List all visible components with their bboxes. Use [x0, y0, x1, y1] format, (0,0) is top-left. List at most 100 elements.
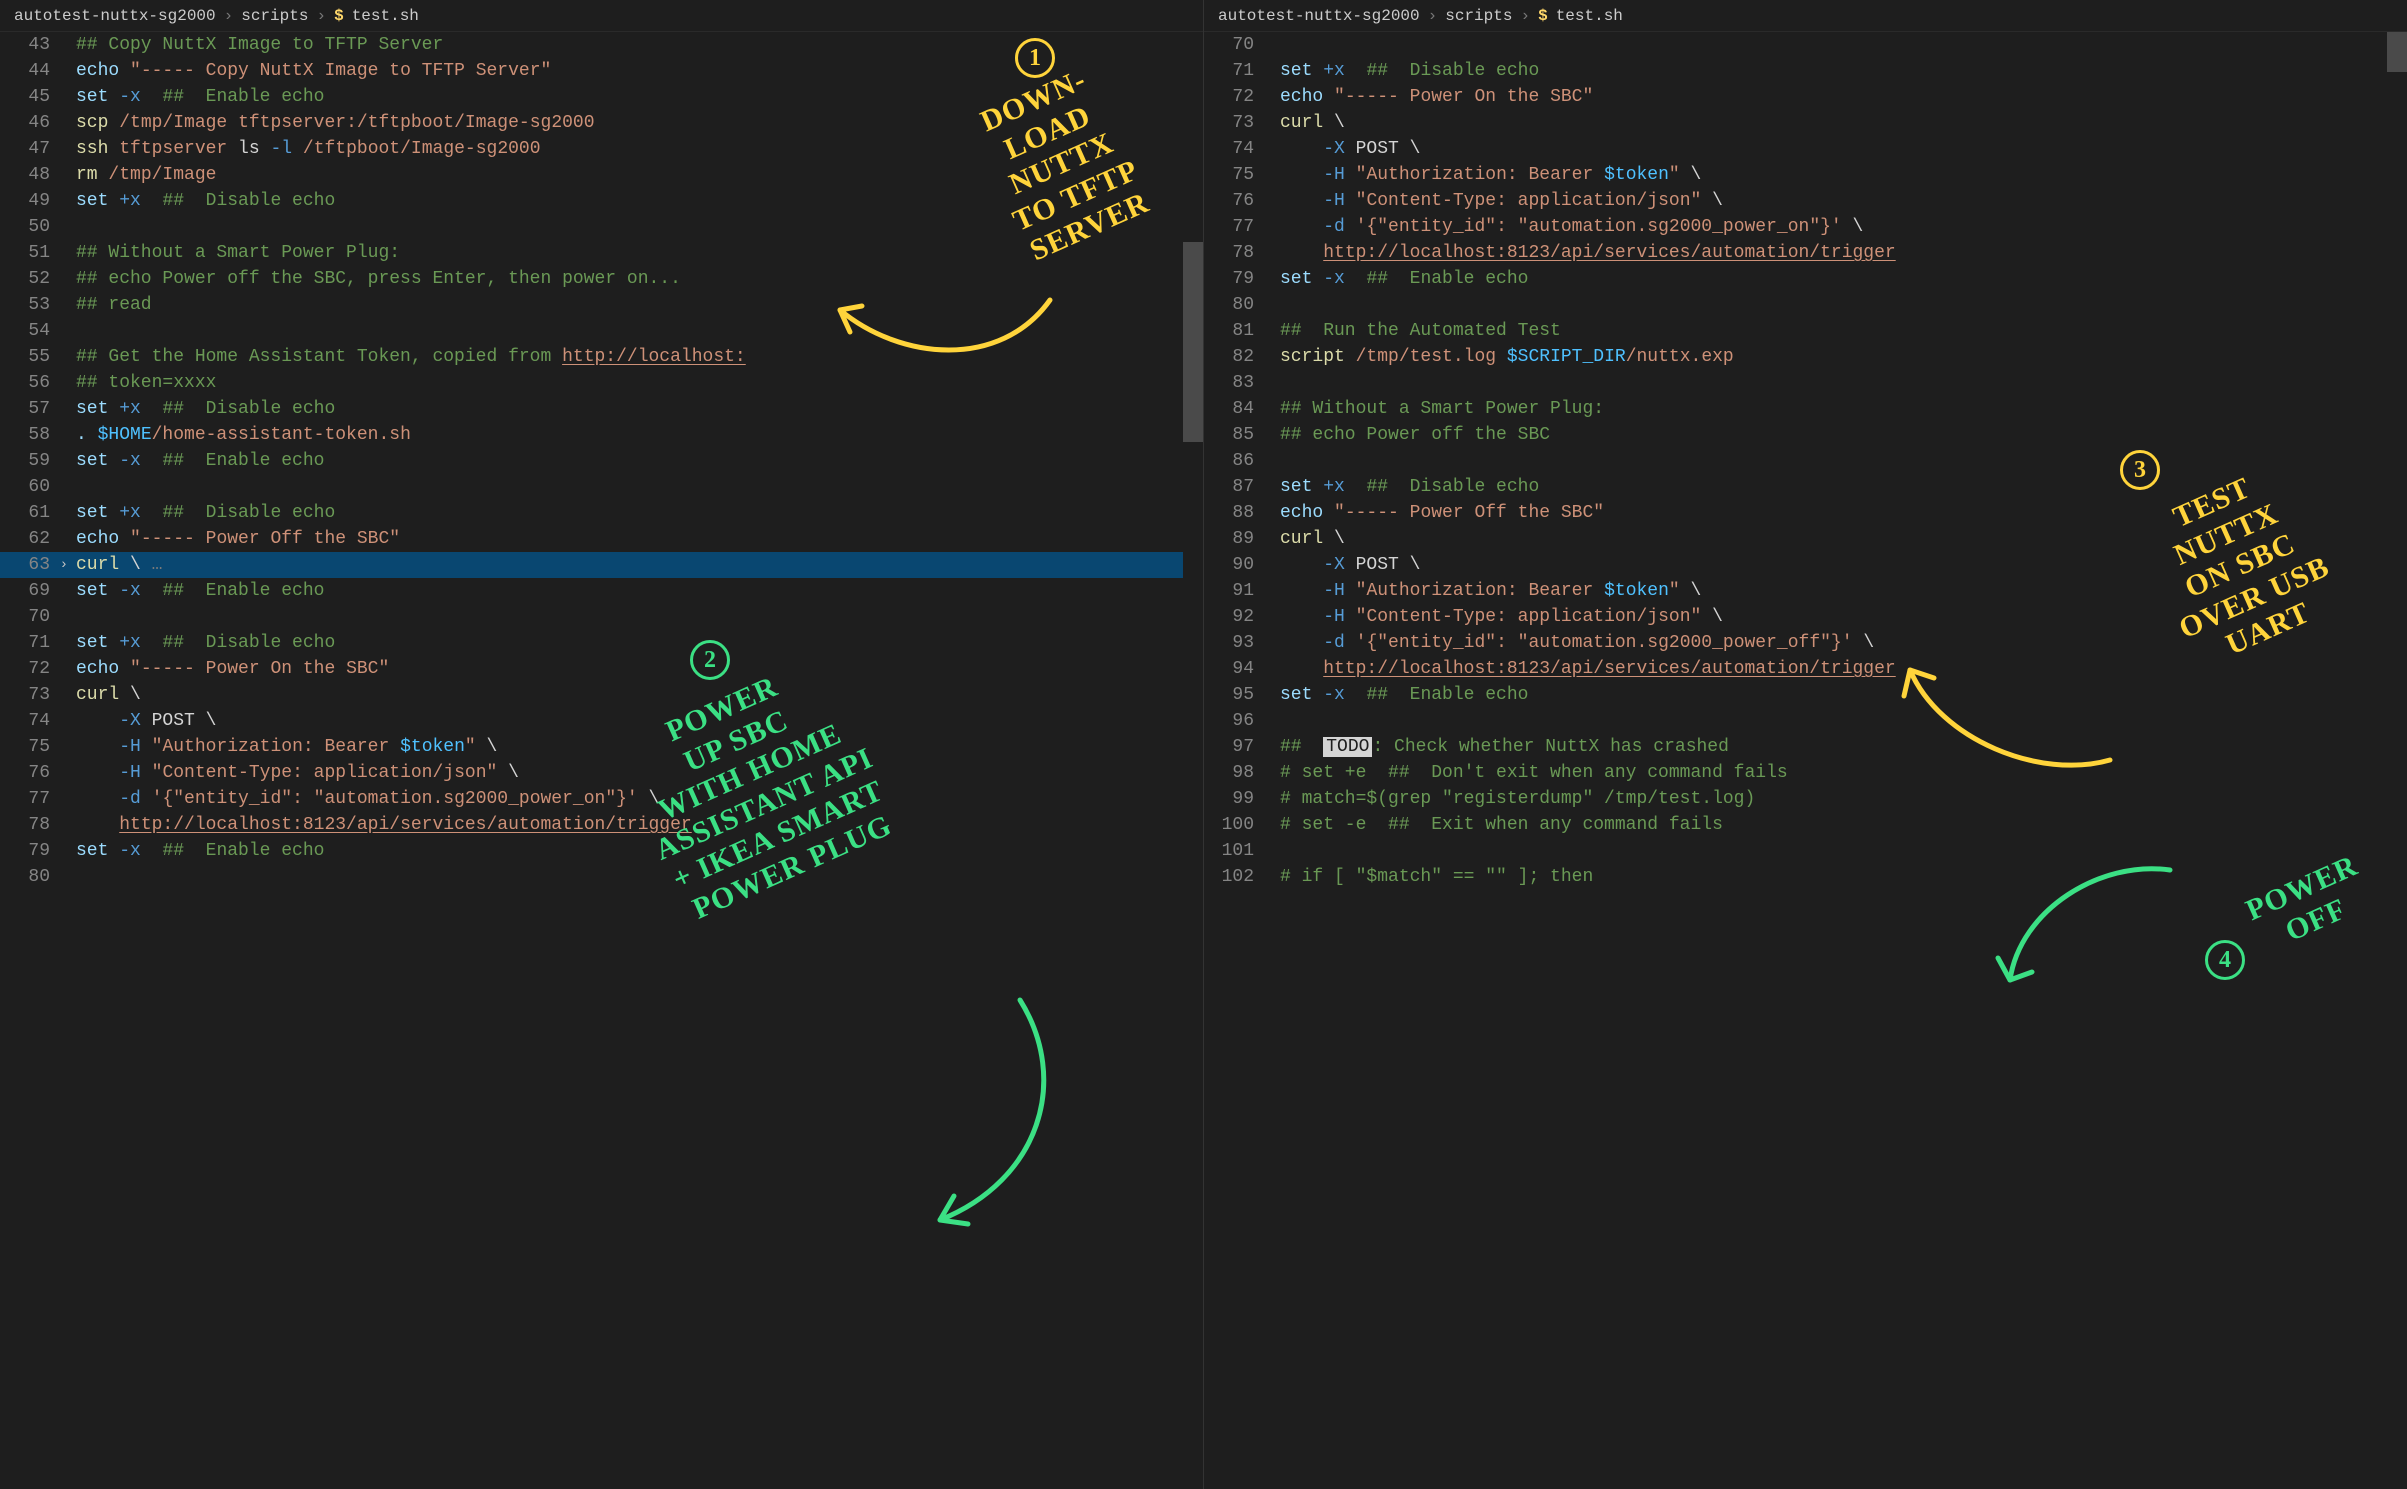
code-line[interactable]: 87set +x ## Disable echo	[1204, 474, 2407, 500]
crumb-file[interactable]: test.sh	[1556, 3, 1623, 29]
scrollbar[interactable]	[1183, 32, 1203, 1489]
code-line[interactable]: 76 -H "Content-Type: application/json" \	[0, 760, 1203, 786]
crumb-subfolder[interactable]: scripts	[1445, 3, 1512, 29]
code-line[interactable]: 90 -X POST \	[1204, 552, 2407, 578]
code-content[interactable]: ## Get the Home Assistant Token, copied …	[70, 344, 746, 370]
breadcrumb[interactable]: autotest-nuttx-sg2000 › scripts › $ test…	[1204, 0, 2407, 32]
code-line[interactable]: 48rm /tmp/Image	[0, 162, 1203, 188]
code-content[interactable]: -H "Authorization: Bearer $token" \	[70, 734, 497, 760]
code-line[interactable]: 74 -X POST \	[1204, 136, 2407, 162]
code-line[interactable]: 78 http://localhost:8123/api/services/au…	[1204, 240, 2407, 266]
code-content[interactable]: ## read	[70, 292, 152, 318]
code-content[interactable]: # match=$(grep "registerdump" /tmp/test.…	[1274, 786, 1755, 812]
code-line[interactable]: 89curl \	[1204, 526, 2407, 552]
code-line[interactable]: 45set -x ## Enable echo	[0, 84, 1203, 110]
code-line[interactable]: 51## Without a Smart Power Plug:	[0, 240, 1203, 266]
code-content[interactable]: set +x ## Disable echo	[1274, 58, 1539, 84]
code-line[interactable]: 70	[0, 604, 1203, 630]
code-line[interactable]: 86	[1204, 448, 2407, 474]
code-content[interactable]: echo "----- Power Off the SBC"	[1274, 500, 1604, 526]
code-content[interactable]: -d '{"entity_id": "automation.sg2000_pow…	[1274, 214, 1863, 240]
code-content[interactable]: curl \	[1274, 110, 1345, 136]
code-content[interactable]: -H "Content-Type: application/json" \	[1274, 604, 1723, 630]
code-line[interactable]: 102# if [ "$match" == "" ]; then	[1204, 864, 2407, 890]
code-line[interactable]: 62echo "----- Power Off the SBC"	[0, 526, 1203, 552]
code-content[interactable]: set +x ## Disable echo	[70, 630, 335, 656]
code-line[interactable]: 53## read	[0, 292, 1203, 318]
code-content[interactable]: ## token=xxxx	[70, 370, 216, 396]
crumb-folder[interactable]: autotest-nuttx-sg2000	[1218, 3, 1420, 29]
code-line[interactable]: 96	[1204, 708, 2407, 734]
code-line[interactable]: 95set -x ## Enable echo	[1204, 682, 2407, 708]
code-content[interactable]: rm /tmp/Image	[70, 162, 216, 188]
code-line[interactable]: 44echo "----- Copy NuttX Image to TFTP S…	[0, 58, 1203, 84]
code-line[interactable]: 57set +x ## Disable echo	[0, 396, 1203, 422]
code-line[interactable]: 50	[0, 214, 1203, 240]
code-line[interactable]: 72echo "----- Power On the SBC"	[0, 656, 1203, 682]
code-content[interactable]: -H "Authorization: Bearer $token" \	[1274, 578, 1701, 604]
code-content[interactable]: set +x ## Disable echo	[1274, 474, 1539, 500]
code-line[interactable]: 71set +x ## Disable echo	[0, 630, 1203, 656]
fold-icon[interactable]: ›	[60, 552, 68, 578]
code-content[interactable]: . $HOME/home-assistant-token.sh	[70, 422, 411, 448]
code-line[interactable]: 75 -H "Authorization: Bearer $token" \	[0, 734, 1203, 760]
code-line[interactable]: 63›curl \ …	[0, 552, 1203, 578]
code-line[interactable]: 98# set +e ## Don't exit when any comman…	[1204, 760, 2407, 786]
code-content[interactable]: -d '{"entity_id": "automation.sg2000_pow…	[1274, 630, 1874, 656]
code-content[interactable]: -X POST \	[1274, 136, 1420, 162]
code-content[interactable]: echo "----- Copy NuttX Image to TFTP Ser…	[70, 58, 551, 84]
code-content[interactable]: ## echo Power off the SBC, press Enter, …	[70, 266, 681, 292]
code-line[interactable]: 73curl \	[0, 682, 1203, 708]
code-content[interactable]: # set +e ## Don't exit when any command …	[1274, 760, 1788, 786]
code-content[interactable]: set -x ## Enable echo	[1274, 682, 1528, 708]
code-content[interactable]: echo "----- Power On the SBC"	[1274, 84, 1593, 110]
code-content[interactable]: ## Without a Smart Power Plug:	[1274, 396, 1604, 422]
code-line[interactable]: 74 -X POST \	[0, 708, 1203, 734]
code-content[interactable]: -d '{"entity_id": "automation.sg2000_pow…	[70, 786, 659, 812]
code-line[interactable]: 71set +x ## Disable echo	[1204, 58, 2407, 84]
code-content[interactable]: -H "Content-Type: application/json" \	[1274, 188, 1723, 214]
code-line[interactable]: 76 -H "Content-Type: application/json" \	[1204, 188, 2407, 214]
code-content[interactable]: set +x ## Disable echo	[70, 500, 335, 526]
code-line[interactable]: 55## Get the Home Assistant Token, copie…	[0, 344, 1203, 370]
code-line[interactable]: 47ssh tftpserver ls -l /tftpboot/Image-s…	[0, 136, 1203, 162]
code-line[interactable]: 49set +x ## Disable echo	[0, 188, 1203, 214]
code-content[interactable]: curl \ …	[70, 552, 160, 578]
code-content[interactable]: # set -e ## Exit when any command fails	[1274, 812, 1723, 838]
code-content[interactable]: set -x ## Enable echo	[70, 578, 324, 604]
code-line[interactable]: 61set +x ## Disable echo	[0, 500, 1203, 526]
code-content[interactable]: ## TODO: Check whether NuttX has crashed	[1274, 734, 1729, 760]
code-content[interactable]: -H "Authorization: Bearer $token" \	[1274, 162, 1701, 188]
code-content[interactable]: set +x ## Disable echo	[70, 188, 335, 214]
code-content[interactable]: http://localhost:8123/api/services/autom…	[70, 812, 692, 838]
scrollbar[interactable]	[2387, 32, 2407, 1489]
code-content[interactable]: scp /tmp/Image tftpserver:/tftpboot/Imag…	[70, 110, 595, 136]
code-line[interactable]: 80	[0, 864, 1203, 890]
breadcrumb[interactable]: autotest-nuttx-sg2000 › scripts › $ test…	[0, 0, 1203, 32]
code-line[interactable]: 93 -d '{"entity_id": "automation.sg2000_…	[1204, 630, 2407, 656]
code-content[interactable]: http://localhost:8123/api/services/autom…	[1274, 240, 1896, 266]
code-line[interactable]: 79set -x ## Enable echo	[0, 838, 1203, 864]
code-line[interactable]: 54	[0, 318, 1203, 344]
code-content[interactable]: curl \	[70, 682, 141, 708]
code-line[interactable]: 73curl \	[1204, 110, 2407, 136]
scrollbar-thumb[interactable]	[1183, 242, 1203, 442]
code-line[interactable]: 82script /tmp/test.log $SCRIPT_DIR/nuttx…	[1204, 344, 2407, 370]
code-content[interactable]: ## Copy NuttX Image to TFTP Server	[70, 32, 443, 58]
code-content[interactable]: -H "Content-Type: application/json" \	[70, 760, 519, 786]
code-content[interactable]: script /tmp/test.log $SCRIPT_DIR/nuttx.e…	[1274, 344, 1734, 370]
code-line[interactable]: 83	[1204, 370, 2407, 396]
code-line[interactable]: 78 http://localhost:8123/api/services/au…	[0, 812, 1203, 838]
code-content[interactable]: curl \	[1274, 526, 1345, 552]
code-line[interactable]: 84## Without a Smart Power Plug:	[1204, 396, 2407, 422]
code-line[interactable]: 69set -x ## Enable echo	[0, 578, 1203, 604]
code-line[interactable]: 91 -H "Authorization: Bearer $token" \	[1204, 578, 2407, 604]
code-content[interactable]: ## echo Power off the SBC	[1274, 422, 1550, 448]
code-line[interactable]: 75 -H "Authorization: Bearer $token" \	[1204, 162, 2407, 188]
scrollbar-thumb[interactable]	[2387, 32, 2407, 72]
code-content[interactable]: echo "----- Power Off the SBC"	[70, 526, 400, 552]
code-content[interactable]: set -x ## Enable echo	[70, 448, 324, 474]
crumb-file[interactable]: test.sh	[352, 3, 419, 29]
code-content[interactable]: set -x ## Enable echo	[1274, 266, 1528, 292]
code-content[interactable]: set -x ## Enable echo	[70, 84, 324, 110]
